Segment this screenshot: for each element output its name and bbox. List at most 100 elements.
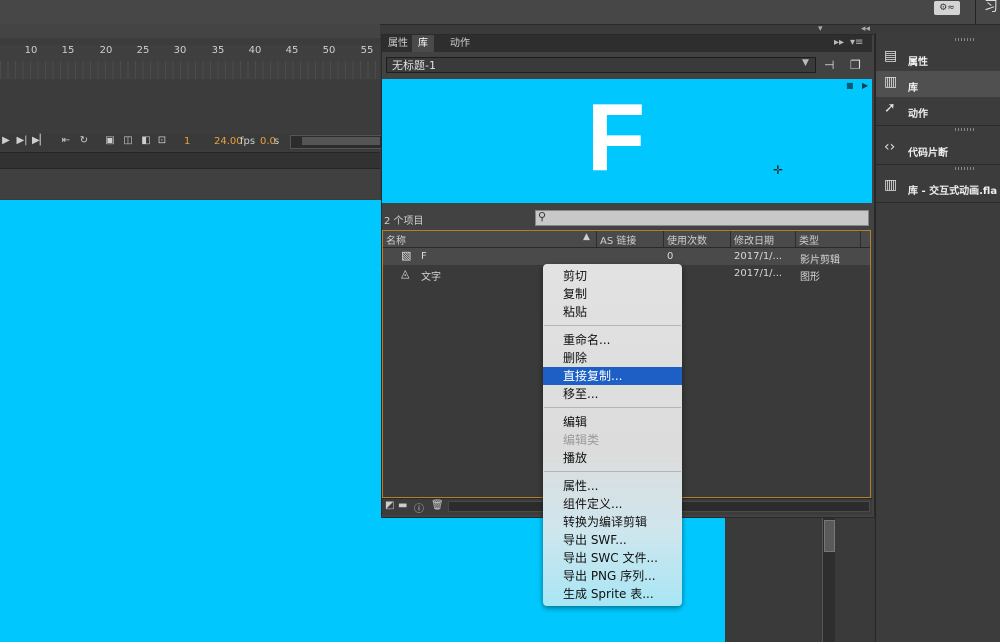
menu-item-rename[interactable]: 重命名... (543, 331, 682, 349)
dock-grip[interactable] (955, 128, 975, 131)
menu-separator (544, 325, 681, 326)
item-name[interactable]: 文字 (421, 268, 441, 283)
library-search-input[interactable] (535, 210, 869, 226)
item-date: 2017/1/... (734, 268, 783, 279)
ruler-tick: 15 (61, 45, 75, 56)
new-symbol-icon[interactable]: ◩ (385, 500, 394, 511)
menu-item-paste[interactable]: 粘贴 (543, 303, 682, 321)
time-unit: s (274, 136, 280, 147)
column-header-use-count[interactable]: 使用次数 (667, 232, 707, 247)
column-separator[interactable] (596, 231, 597, 247)
column-header-type[interactable]: 类型 (799, 232, 819, 247)
menu-item-component-definition[interactable]: 组件定义... (543, 495, 682, 513)
ruler-tick: 25 (136, 45, 150, 56)
menu-item-export-swc[interactable]: 导出 SWC 文件... (543, 549, 682, 567)
play-icon[interactable]: ▶ (0, 135, 12, 147)
column-header-date-modified[interactable]: 修改日期 (734, 232, 774, 247)
double-chevron-right-icon[interactable]: ▸▸ (834, 37, 844, 48)
menu-separator (544, 471, 681, 472)
onion-outline-icon[interactable]: ◫ (122, 135, 134, 147)
dock-item-label: 代码片断 (908, 148, 948, 159)
panel-menu-icon[interactable]: ▾≡ (850, 37, 863, 48)
item-count: 2 个项目 (384, 216, 424, 227)
ruler-tick: 55 (360, 45, 374, 56)
new-library-panel-icon[interactable]: ❐ (850, 58, 861, 72)
ruler-tick: 20 (99, 45, 113, 56)
current-frame[interactable]: 1 (184, 136, 190, 147)
ruler-tick: 35 (211, 45, 225, 56)
timeline-scroll-thumb[interactable] (302, 137, 380, 145)
go-to-last-icon[interactable]: ▶▏ (32, 135, 47, 147)
movieclip-icon: ▧ (401, 249, 412, 262)
ruler-tick: 40 (248, 45, 262, 56)
column-separator[interactable] (663, 231, 664, 247)
double-chevron-left-icon[interactable]: ◂◂ (861, 24, 870, 34)
menu-item-properties[interactable]: 属性... (543, 477, 682, 495)
dock-divider (876, 164, 1000, 165)
item-use-count: 0 (667, 251, 674, 262)
sort-ascending-icon[interactable]: ▲ (583, 232, 590, 242)
menu-item-edit[interactable]: 编辑 (543, 413, 682, 431)
properties-info-icon[interactable]: ⓘ (414, 500, 424, 515)
menu-item-convert-to-compiled-clip[interactable]: 转换为编译剪辑 (543, 513, 682, 531)
timeline-header-strip (0, 24, 380, 38)
menu-item-export-png-sequence[interactable]: 导出 PNG 序列... (543, 567, 682, 585)
fps-value[interactable]: 24.00 (214, 136, 243, 147)
menu-item-delete[interactable]: 删除 (543, 349, 682, 367)
document-select[interactable]: 无标题-1 (386, 57, 816, 73)
frame-cells[interactable] (0, 61, 380, 79)
menu-item-duplicate[interactable]: 直接复制... (543, 367, 682, 385)
item-name: F (421, 251, 427, 262)
dock-grip[interactable] (955, 167, 975, 170)
column-header-as-linkage[interactable]: AS 链接 (600, 232, 636, 247)
dock-item-label: 库 (908, 83, 918, 94)
column-separator[interactable] (730, 231, 731, 247)
edit-multiple-frames-icon[interactable]: ◧ (140, 135, 152, 147)
tab-properties[interactable]: 属性 (382, 35, 414, 52)
top-divider (975, 0, 976, 24)
onion-skin-icon[interactable]: ▣ (104, 135, 116, 147)
properties-icon: ▤ (884, 48, 898, 64)
play-preview-icon[interactable]: ▶ (862, 81, 868, 90)
ruler-tick: 30 (173, 45, 187, 56)
loop-icon[interactable]: ⇤ (60, 135, 72, 147)
tab-actions[interactable]: 动作 (444, 35, 476, 52)
trash-icon[interactable]: 🗑 (431, 500, 444, 511)
tab-library[interactable]: 库 (412, 35, 434, 52)
dock-divider (876, 202, 1000, 203)
pin-icon[interactable]: ⊣ (824, 58, 834, 72)
menu-item-cut[interactable]: 剪切 (543, 267, 682, 285)
top-partial-text: 习 (984, 0, 998, 15)
dock-grip[interactable] (955, 38, 975, 41)
menu-item-play[interactable]: 播放 (543, 449, 682, 467)
ruler-tick: 10 (24, 45, 38, 56)
ruler-tick: 50 (322, 45, 336, 56)
search-icon: ⚲ (538, 210, 547, 223)
menu-separator (544, 407, 681, 408)
pasteboard (725, 515, 875, 642)
stage-scroll-thumb[interactable] (824, 520, 835, 552)
item-date: 2017/1/... (734, 251, 783, 262)
menu-item-copy[interactable]: 复制 (543, 285, 682, 303)
menu-item-generate-sprite-sheet[interactable]: 生成 Sprite 表... (543, 585, 682, 603)
collapse-icon[interactable]: ▾ (818, 24, 823, 34)
column-separator[interactable] (795, 231, 796, 247)
menu-item-move-to[interactable]: 移至... (543, 385, 682, 403)
actions-icon: ➚ (884, 100, 896, 116)
stop-icon[interactable]: ■ (846, 81, 854, 90)
menu-item-edit-class: 编辑类 (563, 433, 600, 447)
column-separator[interactable] (860, 231, 861, 247)
repeat-icon[interactable]: ↻ (78, 135, 90, 147)
application-bar (0, 0, 1000, 25)
step-forward-icon[interactable]: ▶| (16, 135, 28, 147)
chevron-down-icon[interactable]: ▼ (802, 58, 809, 68)
onion-markers-icon[interactable]: ⊡ (156, 135, 168, 147)
column-header-name[interactable]: 名称 (386, 232, 406, 247)
menu-item-export-swf[interactable]: 导出 SWF... (543, 531, 682, 549)
new-folder-icon[interactable]: ▬ (398, 500, 407, 511)
workspace-gear-button[interactable]: ⚙≈ (934, 1, 960, 15)
panel-tabs: 属性 库 动作 (382, 35, 872, 52)
fps-unit: fps (240, 136, 256, 147)
list-item[interactable] (383, 248, 870, 265)
dock-item-label: 库 - 交互式动画.fla (908, 186, 998, 197)
